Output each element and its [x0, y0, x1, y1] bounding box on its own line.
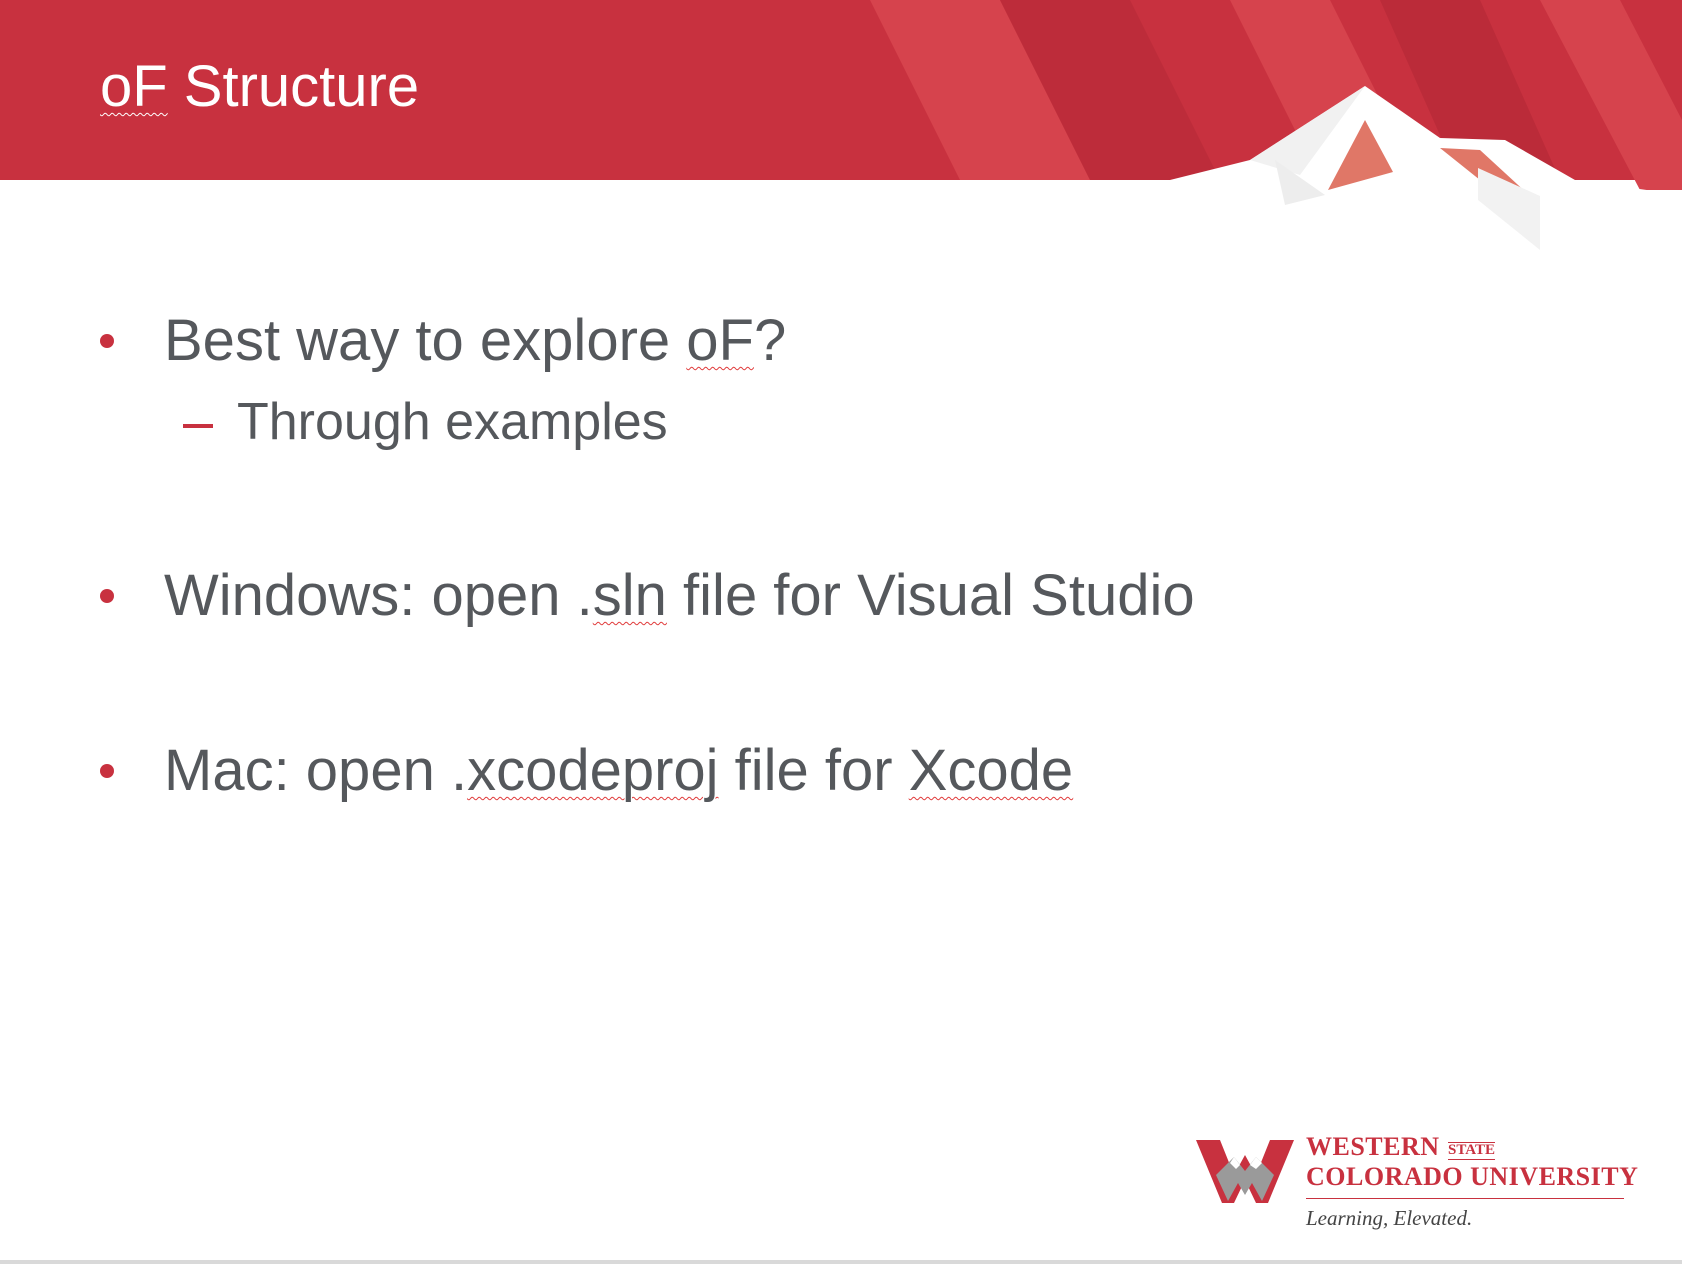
- bullet-text-part: Windows: open .: [164, 563, 593, 628]
- bullet-text-part: ?: [753, 308, 787, 373]
- slide-bottom-border: [0, 1260, 1682, 1264]
- bullet-dot-icon: [100, 589, 114, 603]
- bullet-text: Mac: open .xcodeproj file for Xcode: [164, 742, 1073, 800]
- logo-line-colorado-university: COLORADO UNIVERSITY: [1306, 1162, 1639, 1191]
- spellcheck-word: xcodeproj: [467, 738, 719, 803]
- spellcheck-word: oF: [686, 308, 754, 373]
- logo-state-badge: STATE: [1448, 1142, 1495, 1160]
- sub-bullet-dash-icon: [183, 424, 213, 428]
- header-banner: [0, 0, 1682, 260]
- bullet-dot-icon: [100, 334, 114, 348]
- bullet-text: Best way to explore oF?: [164, 312, 786, 370]
- bullet-text-part: file for: [718, 738, 909, 803]
- bullet-text-part: file for Visual Studio: [666, 563, 1195, 628]
- slide-title: oF Structure: [100, 58, 419, 116]
- bullet-dot-icon: [100, 764, 114, 778]
- title-suffix: Structure: [167, 54, 420, 119]
- spellcheck-word: sln: [592, 563, 667, 628]
- spellcheck-word: Xcode: [908, 738, 1074, 803]
- sub-bullet-text: Through examples: [237, 393, 668, 451]
- bullet-text-part: Best way to explore: [164, 308, 687, 373]
- slide: oF Structure Best way to explore oF? Thr…: [0, 0, 1682, 1262]
- logo-divider: [1306, 1198, 1624, 1199]
- university-logo: WESTERN STATE COLORADO UNIVERSITY Learni…: [1196, 1130, 1638, 1230]
- logo-tagline: Learning, Elevated.: [1306, 1206, 1473, 1230]
- bullet-text: Windows: open .sln file for Visual Studi…: [164, 567, 1195, 625]
- w-mountain-icon: [1196, 1140, 1294, 1203]
- bullet-text-part: Mac: open .: [164, 738, 468, 803]
- title-prefix: oF: [100, 54, 168, 119]
- logo-line-western: WESTERN: [1306, 1132, 1440, 1161]
